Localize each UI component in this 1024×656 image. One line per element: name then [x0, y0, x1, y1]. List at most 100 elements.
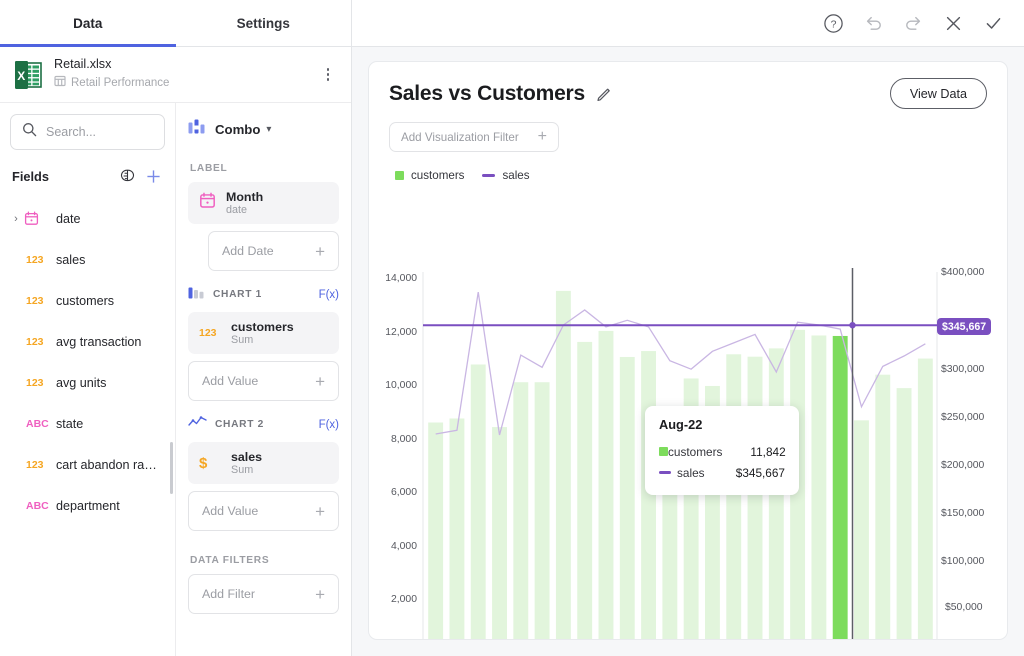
line-chart-icon [188, 415, 207, 434]
chart-config-column: Combo ▾ LABEL Month date Add Date + CHAR… [176, 103, 351, 656]
add-date-slot[interactable]: Add Date + [208, 231, 339, 271]
field-item-department[interactable]: ABC department [0, 485, 175, 526]
search-input[interactable] [46, 125, 153, 139]
chart-tooltip: Aug-22 customers 11,842 sales $345,667 [645, 406, 799, 495]
undo-icon[interactable] [862, 12, 884, 34]
bar[interactable] [534, 382, 550, 640]
fields-scrollbar[interactable] [170, 442, 173, 494]
app-root: Data Settings X Retail.xlsx Retail Perfo… [0, 0, 1024, 656]
bar[interactable] [470, 364, 486, 640]
number-type-icon: 123 [199, 327, 217, 339]
bar[interactable] [875, 374, 891, 640]
field-item-avg-transaction[interactable]: 123 avg transaction [0, 321, 175, 362]
legend-swatch-customers [659, 447, 668, 456]
fields-header: Fields [0, 156, 175, 196]
tooltip-title: Aug-22 [659, 417, 703, 432]
bar[interactable] [832, 335, 848, 640]
add-date-label: Add Date [222, 244, 274, 258]
canvas-area: Sales vs Customers View Data Add Visuali… [352, 47, 1024, 656]
tab-settings-label: Settings [236, 15, 290, 31]
visualization-card: Sales vs Customers View Data Add Visuali… [368, 61, 1008, 640]
bar[interactable] [917, 358, 933, 640]
chart1-add-value-label: Add Value [202, 374, 259, 388]
bar[interactable] [896, 388, 912, 640]
chart2-title: CHART 2 [215, 419, 265, 430]
svg-text:?: ? [830, 18, 836, 30]
right-panel: ? Sales vs Customers View Data Add Visua… [352, 0, 1024, 656]
chart2-field-agg: Sum [231, 463, 254, 476]
crosshair-point [849, 322, 856, 329]
chevron-down-icon[interactable]: ▾ [266, 124, 271, 135]
confirm-icon[interactable] [982, 12, 1004, 34]
field-item-sales[interactable]: 123 sales [0, 239, 175, 280]
field-item-customers[interactable]: 123 customers [0, 280, 175, 321]
chart-type-label: Combo [215, 121, 261, 137]
chart2-field-texts: sales Sum [231, 450, 262, 477]
bar[interactable] [492, 427, 507, 640]
label-field-chip[interactable]: Month date [188, 182, 339, 224]
plus-icon[interactable]: + [315, 373, 325, 390]
tab-data-label: Data [73, 15, 103, 31]
field-item-cart-abandon-rate[interactable]: 123 cart abandon ra… [0, 444, 175, 485]
bar[interactable] [555, 290, 571, 640]
chart-plot: 14,000 12,000 10,000 8,000 6,000 4,000 2… [369, 62, 1007, 640]
combo-chart-icon [188, 119, 206, 139]
table-icon [54, 74, 66, 92]
plus-icon[interactable]: + [315, 586, 325, 603]
bar[interactable] [641, 351, 657, 640]
search-box[interactable] [10, 114, 165, 150]
field-label: avg transaction [56, 334, 142, 349]
add-field-icon[interactable] [144, 167, 163, 186]
add-filter-slot[interactable]: Add Filter + [188, 574, 339, 614]
chart1-field-name: customers [231, 319, 294, 334]
close-icon[interactable] [942, 12, 964, 34]
top-toolbar: ? [352, 0, 1024, 47]
tab-settings[interactable]: Settings [176, 0, 352, 46]
chart2-fx-button[interactable]: F(x) [319, 419, 339, 431]
selected-value-badge: $345,667 [937, 318, 992, 335]
bar[interactable] [428, 422, 444, 640]
bar-chart-icon [188, 285, 205, 304]
chart2-add-value-slot[interactable]: Add Value + [188, 491, 339, 531]
kebab-menu-icon[interactable] [319, 68, 337, 81]
datasource-meta: Retail.xlsx Retail Performance [54, 57, 319, 92]
chart2-field-name: sales [231, 449, 263, 464]
help-icon[interactable]: ? [822, 12, 844, 34]
text-type-icon: ABC [26, 499, 49, 512]
excel-icon: X [14, 60, 42, 90]
datasource-row[interactable]: X Retail.xlsx Retail Performance [0, 47, 351, 103]
brain-icon[interactable] [119, 168, 136, 185]
bar[interactable] [577, 341, 593, 640]
plus-icon[interactable]: + [315, 243, 325, 260]
tab-data[interactable]: Data [0, 0, 176, 47]
bar[interactable] [747, 356, 763, 640]
redo-icon[interactable] [902, 12, 924, 34]
bar[interactable] [811, 335, 827, 640]
field-label: state [56, 416, 84, 431]
search-icon [22, 122, 37, 142]
field-label: sales [56, 252, 86, 267]
chevron-right-icon[interactable]: › [10, 213, 22, 225]
bar[interactable] [726, 354, 742, 640]
chart2-field-chip[interactable]: $ sales Sum [188, 442, 339, 484]
bar[interactable] [598, 330, 614, 640]
field-item-avg-units[interactable]: 123 avg units [0, 362, 175, 403]
bar[interactable] [619, 356, 635, 640]
chart1-add-value-slot[interactable]: Add Value + [188, 361, 339, 401]
bar[interactable] [513, 382, 529, 640]
calendar-icon [199, 192, 216, 214]
field-item-state[interactable]: ABC state [0, 403, 175, 444]
chart1-title: CHART 1 [213, 289, 263, 300]
file-name: Retail.xlsx [54, 57, 112, 71]
number-type-icon: 123 [26, 294, 44, 307]
chart1-field-chip[interactable]: 123 customers Sum [188, 312, 339, 354]
chart1-fx-button[interactable]: F(x) [319, 289, 339, 301]
field-label: cart abandon ra… [56, 457, 157, 472]
field-label: avg units [56, 375, 107, 390]
bar[interactable] [449, 418, 465, 640]
tooltip-series-name: sales [677, 465, 705, 480]
bar[interactable] [854, 420, 869, 640]
chart-type-selector[interactable]: Combo ▾ [188, 107, 339, 151]
field-item-date[interactable]: › date [0, 198, 175, 239]
plus-icon[interactable]: + [315, 503, 325, 520]
